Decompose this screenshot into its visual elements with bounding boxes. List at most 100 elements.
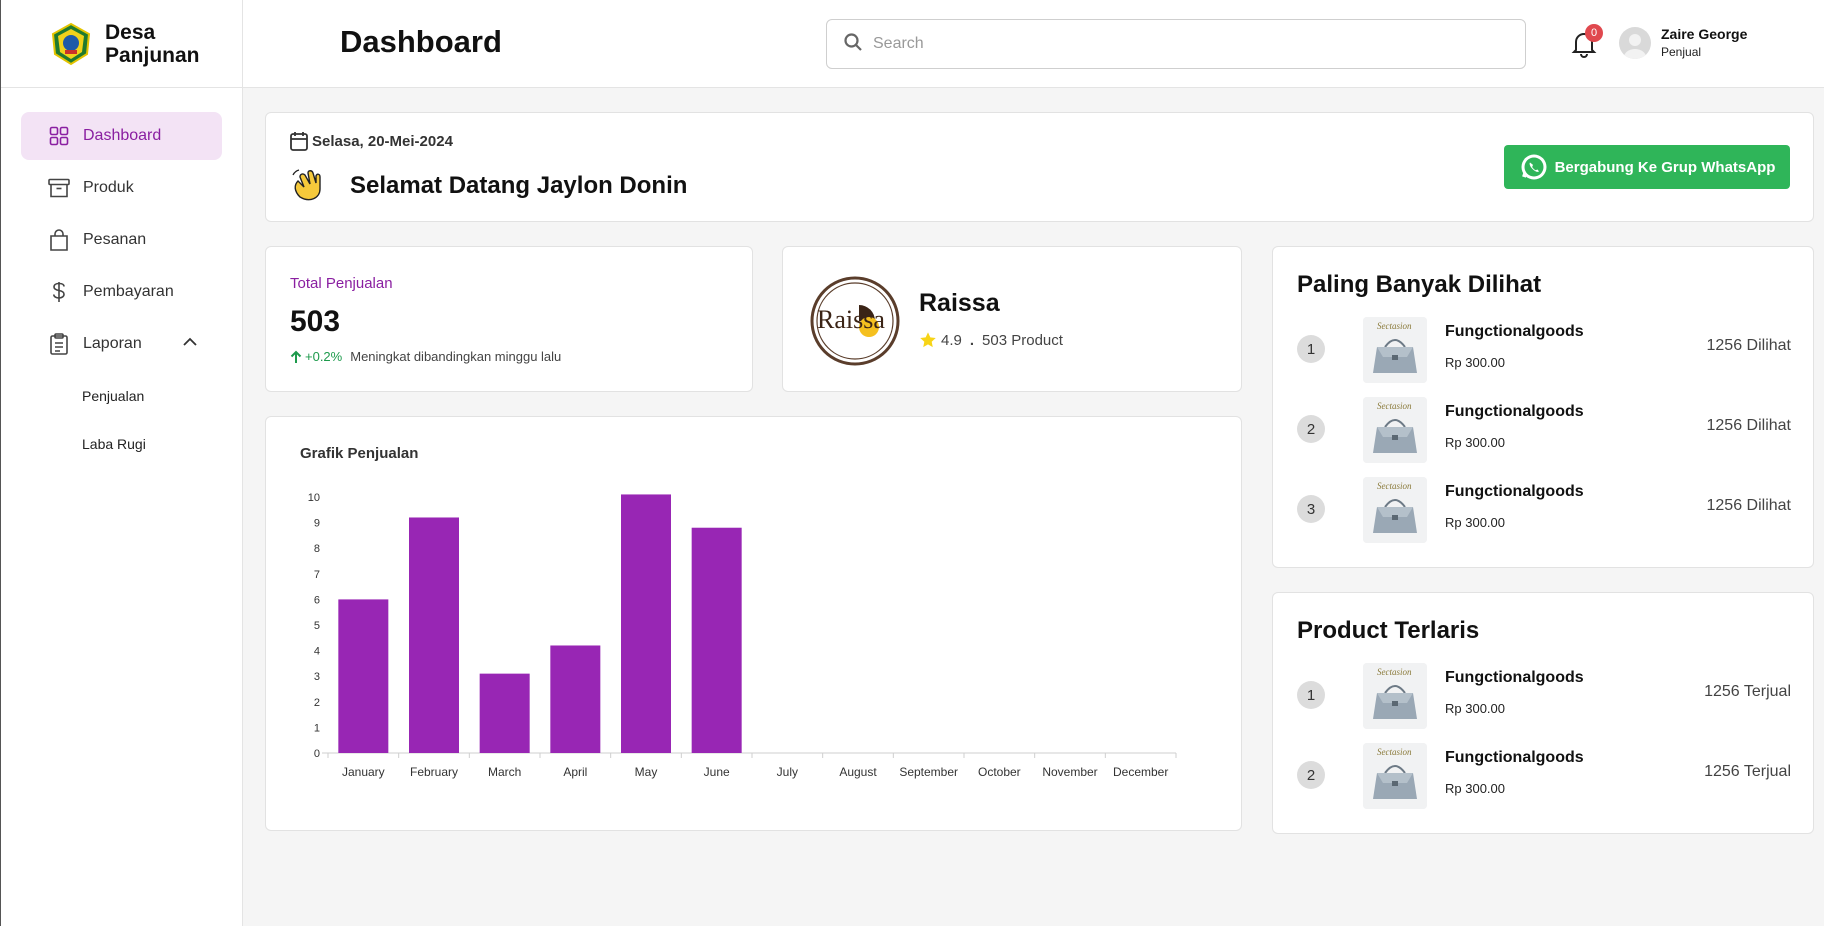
handbag-image: Sectasion [1363, 397, 1427, 463]
x-tick-label: May [635, 765, 658, 779]
join-whatsapp-label: Bergabung Ke Grup WhatsApp [1554, 158, 1776, 176]
chevron-up-icon[interactable] [182, 334, 198, 355]
view-count: 1256 Dilihat [1706, 497, 1792, 514]
svg-text:Sectasion: Sectasion [1377, 481, 1412, 491]
x-tick-label: December [1113, 765, 1168, 779]
list-item[interactable]: 1 Sectasion Fungctionalgoods Rp 300.00 1… [1297, 317, 1791, 383]
greeting: Selamat Datang Jaylon Donin [290, 167, 687, 205]
product-name: Fungctionalgoods [1445, 403, 1584, 420]
date-display: Selasa, 20-Mei-2024 [290, 131, 453, 151]
total-sales-label: Total Penjualan [290, 275, 393, 292]
handbag-image: Sectasion [1363, 317, 1427, 383]
svg-text:Raissa: Raissa [817, 305, 885, 334]
y-tick-label: 0 [314, 748, 320, 760]
total-sales-value: 503 [290, 305, 341, 338]
product-thumbnail: Sectasion [1363, 743, 1427, 809]
y-tick-label: 2 [314, 697, 320, 709]
separator-dot: . [969, 331, 975, 349]
page-title: Dashboard [340, 24, 502, 59]
sidebar-item-label: Dashboard [83, 127, 162, 144]
grid-icon [47, 124, 71, 148]
sales-change-text: Meningkat dibandingkan minggu lalu [350, 349, 562, 364]
view-count: 1256 Dilihat [1706, 337, 1792, 354]
x-tick-label: February [410, 765, 458, 779]
bar [621, 494, 671, 753]
rank-badge: 3 [1297, 495, 1325, 523]
svg-text:Sectasion: Sectasion [1377, 747, 1412, 757]
sidebar: Desa Panjunan Dashboard Produk Pesanan P… [0, 0, 243, 926]
best-selling-title: Product Terlaris [1297, 617, 1480, 644]
bar [409, 517, 459, 753]
sidebar-item-produk[interactable]: Produk [21, 164, 222, 212]
search-box[interactable] [826, 19, 1526, 69]
sold-count: 1256 Terjual [1704, 683, 1791, 700]
list-item[interactable]: 1 Sectasion Fungctionalgoods Rp 300.00 1… [1297, 663, 1791, 729]
clipboard-icon [47, 332, 71, 356]
x-tick-label: January [342, 765, 385, 779]
sidebar-item-pembayaran[interactable]: Pembayaran [21, 268, 222, 316]
notification-badge: 0 [1585, 24, 1603, 42]
y-tick-label: 9 [314, 518, 320, 530]
sidebar-item-dashboard[interactable]: Dashboard [21, 112, 222, 160]
bar [338, 599, 389, 753]
bar [550, 645, 601, 753]
whatsapp-icon [1519, 152, 1549, 182]
sales-change-percent: +0.2% [305, 349, 343, 364]
sidebar-item-label: Pembayaran [83, 283, 174, 300]
product-price: Rp 300.00 [1445, 435, 1505, 450]
product-name: Fungctionalgoods [1445, 323, 1584, 340]
y-tick-label: 8 [314, 543, 320, 555]
y-tick-label: 7 [314, 569, 320, 581]
product-thumbnail: Sectasion [1363, 477, 1427, 543]
sales-bar-chart: Grafik Penjualan 0 1 2 3 4 5 6 7 8 9 10 January Febru… [300, 445, 1177, 779]
list-item[interactable]: 2 Sectasion Fungctionalgoods Rp 300.00 1… [1297, 397, 1791, 463]
brand[interactable]: Desa Panjunan [1, 0, 242, 88]
topbar: Dashboard 0 Zaire George Penjual [243, 0, 1824, 88]
sidebar-item-laporan[interactable]: Laporan [21, 320, 222, 368]
search-input[interactable] [873, 35, 1473, 53]
sidebar-item-label: Laporan [83, 335, 142, 352]
brand-name-line1: Desa [105, 20, 156, 44]
y-tick-label: 4 [314, 646, 320, 658]
village-emblem-logo [51, 22, 91, 65]
waving-hand-icon [292, 169, 321, 201]
avatar [1619, 26, 1651, 59]
x-tick-label: September [899, 765, 958, 779]
x-tick-label: April [563, 765, 587, 779]
product-price: Rp 300.00 [1445, 515, 1505, 530]
handbag-image: Sectasion [1363, 743, 1427, 809]
calendar-icon [290, 132, 308, 151]
brand-name-line2: Panjunan [105, 43, 200, 67]
store-logo: Raissa [810, 276, 900, 366]
x-tick-label: June [704, 765, 730, 779]
user-menu[interactable]: Zaire George Penjual [1619, 26, 1747, 59]
archive-icon [47, 176, 71, 200]
sales-chart-card: Grafik Penjualan 0 1 2 3 4 5 6 7 8 9 10 January Febru… [265, 416, 1242, 831]
sidebar-item-pesanan[interactable]: Pesanan [21, 216, 222, 264]
rank-badge: 1 [1297, 335, 1325, 363]
x-tick-label: October [978, 765, 1021, 779]
sold-count: 1256 Terjual [1704, 763, 1791, 780]
product-name: Fungctionalgoods [1445, 749, 1584, 766]
sidebar-subitem-penjualan[interactable]: Penjualan [21, 372, 222, 420]
product-price: Rp 300.00 [1445, 355, 1505, 370]
notification-button[interactable]: 0 [1571, 24, 1603, 58]
svg-text:Sectasion: Sectasion [1377, 667, 1412, 677]
join-whatsapp-button[interactable]: Bergabung Ke Grup WhatsApp [1504, 145, 1790, 189]
product-price: Rp 300.00 [1445, 701, 1505, 716]
x-tick-label: March [488, 765, 521, 779]
most-viewed-title: Paling Banyak Dilihat [1297, 271, 1542, 298]
best-selling-panel: Product Terlaris 1 Sectasion Fungctional… [1272, 592, 1814, 834]
arrow-up-icon [290, 350, 302, 363]
user-role: Penjual [1661, 45, 1702, 59]
bar [691, 527, 742, 753]
x-tick-label: July [777, 765, 798, 779]
rank-badge: 2 [1297, 761, 1325, 789]
sidebar-subitem-laba-rugi[interactable]: Laba Rugi [21, 420, 222, 468]
list-item[interactable]: 2 Sectasion Fungctionalgoods Rp 300.00 1… [1297, 743, 1791, 809]
sales-change: +0.2% Meningkat dibandingkan minggu lalu [290, 349, 561, 364]
most-viewed-panel: Paling Banyak Dilihat 1 Sectasion Fungct… [1272, 246, 1814, 568]
list-item[interactable]: 3 Sectasion Fungctionalgoods Rp 300.00 1… [1297, 477, 1791, 543]
y-tick-label: 3 [314, 671, 320, 683]
date-text: Selasa, 20-Mei-2024 [312, 132, 453, 150]
